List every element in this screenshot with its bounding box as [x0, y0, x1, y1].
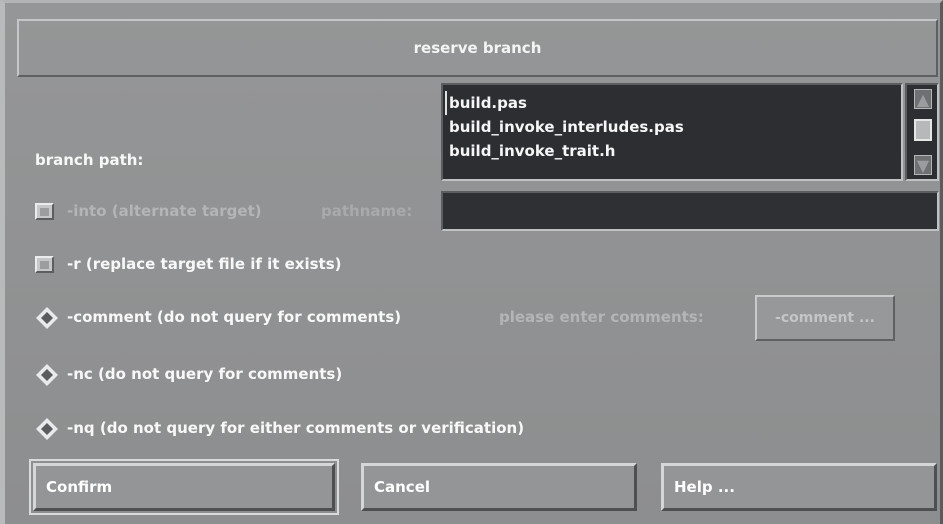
scroll-up-icon[interactable]: ▲: [914, 89, 932, 109]
nc-label: -nc (do not query for comments): [67, 365, 343, 383]
scroll-down-icon[interactable]: ▼: [914, 155, 932, 175]
comment-prompt: please enter comments:: [499, 308, 704, 326]
comment-button[interactable]: -comment ...: [755, 295, 895, 341]
into-checkbox[interactable]: [35, 203, 54, 220]
pathname-label: pathname:: [321, 202, 413, 220]
dialog-title-text: reserve branch: [413, 39, 542, 57]
confirm-button[interactable]: Confirm: [29, 459, 339, 515]
comment-radio-icon[interactable]: [35, 306, 59, 330]
branch-path-list[interactable]: build.pas build_invoke_interludes.pas bu…: [441, 83, 903, 181]
list-item[interactable]: build.pas: [445, 91, 895, 115]
nq-radio-icon[interactable]: [35, 417, 59, 441]
branch-path-label: branch path:: [35, 151, 144, 169]
confirm-button-label: Confirm: [46, 478, 113, 496]
nq-label: -nq (do not query for either comments or…: [67, 419, 525, 437]
comment-label: -comment (do not query for comments): [67, 308, 402, 326]
replace-checkbox[interactable]: [35, 256, 54, 273]
cancel-button[interactable]: Cancel: [361, 463, 637, 511]
help-button-label: Help ...: [674, 478, 735, 496]
help-button[interactable]: Help ...: [661, 463, 937, 511]
cancel-button-label: Cancel: [374, 478, 431, 496]
comment-button-label: -comment ...: [775, 310, 875, 326]
pathname-input[interactable]: [441, 191, 939, 231]
into-label: -into (alternate target): [67, 202, 262, 220]
list-item[interactable]: build_invoke_interludes.pas: [449, 115, 895, 139]
replace-label: -r (replace target file if it exists): [67, 255, 342, 273]
scroll-thumb[interactable]: [914, 119, 932, 141]
dialog-title: reserve branch: [17, 19, 938, 77]
list-item[interactable]: build_invoke_trait.h: [449, 139, 895, 163]
reserve-branch-dialog: reserve branch branch path: build.pas bu…: [0, 0, 943, 524]
branch-path-scrollbar[interactable]: ▲ ▼: [905, 83, 939, 181]
nc-radio-icon[interactable]: [35, 363, 59, 387]
